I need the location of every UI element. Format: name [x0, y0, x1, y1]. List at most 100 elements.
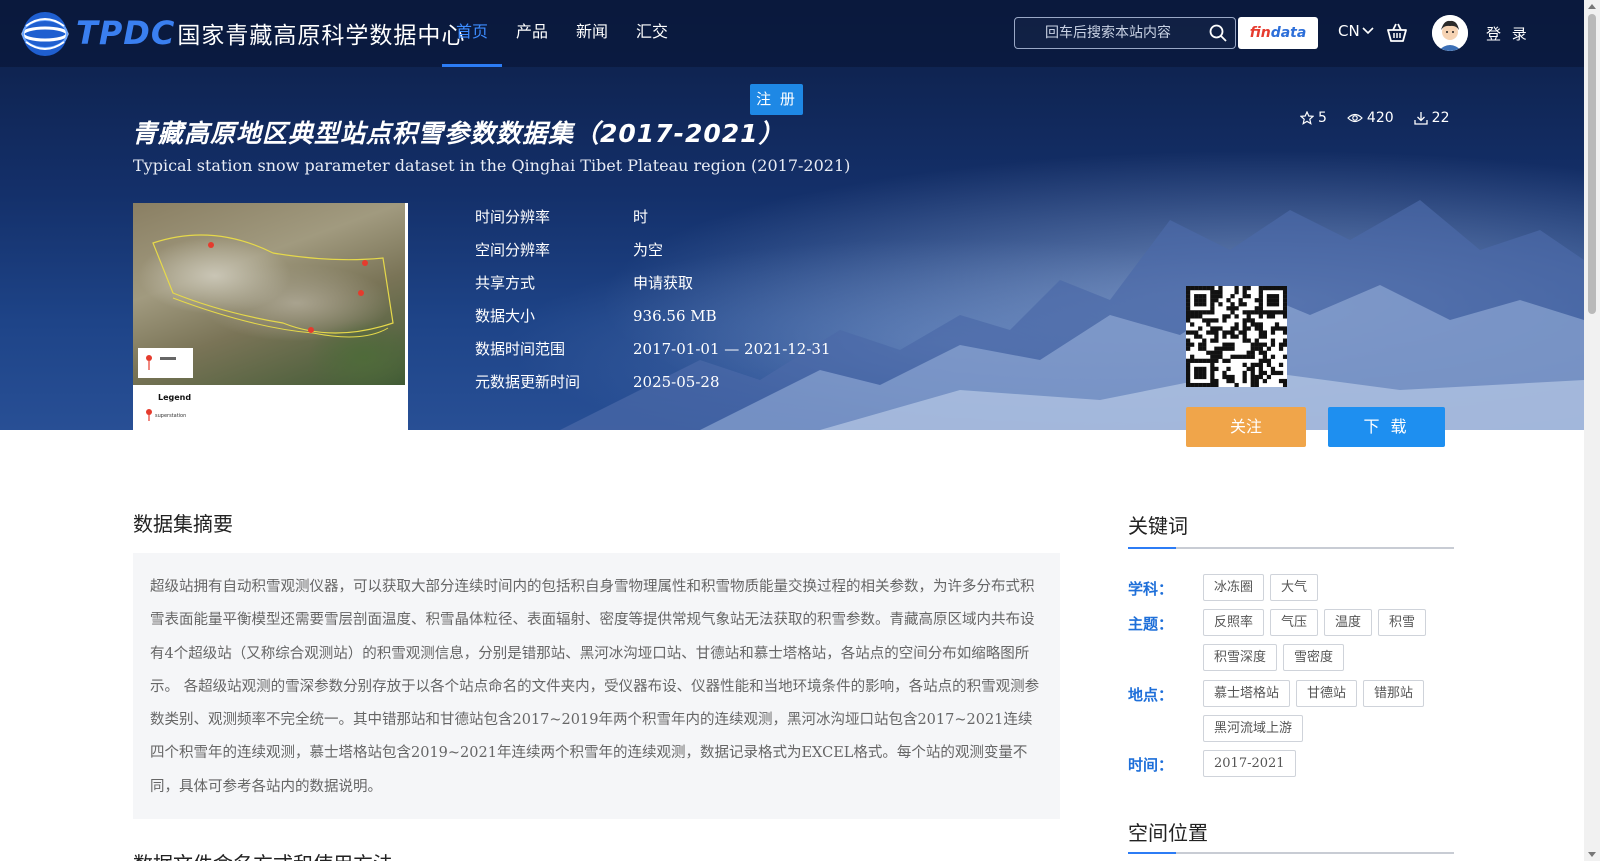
follow-button[interactable]: 关注: [1186, 407, 1306, 447]
login-link[interactable]: 登 录: [1486, 23, 1530, 44]
qr-code-icon: [1186, 286, 1288, 388]
keywords-panel: 关键词 学科： 冰冻圈 大气 主题： 反照率 气压 温度 积雪 积雪深度 雪密度…: [1128, 510, 1454, 777]
keyword-tag[interactable]: 积雪深度: [1203, 644, 1278, 671]
search-box: [1014, 17, 1236, 49]
info-label: 元数据更新时间: [475, 373, 581, 391]
globe-logo-icon: [21, 12, 69, 56]
search-icon[interactable]: [1209, 24, 1227, 42]
download-button[interactable]: 下 载: [1328, 407, 1445, 447]
dataset-title-en: Typical station snow parameter dataset i…: [133, 156, 851, 175]
download-icon: [1414, 112, 1428, 125]
thumbnail-inset-legend: [138, 348, 193, 378]
findata-text-part2: data: [1270, 25, 1307, 41]
info-value: 2025-05-28: [633, 372, 720, 391]
views-count: 420: [1366, 110, 1394, 126]
info-value: 936.56 MB: [633, 306, 717, 325]
info-label: 空间分辨率: [475, 241, 551, 259]
dataset-title-cn: 青藏高原地区典型站点积雪参数数据集（2017-2021）: [132, 119, 785, 148]
legend-marker-icon: [146, 409, 152, 421]
keyword-tag[interactable]: 甘德站: [1296, 680, 1358, 707]
info-label: 共享方式: [475, 274, 536, 292]
thumbnail-map-image: [133, 203, 405, 385]
keyword-group-location: 地点： 慕士塔格站 甘德站 错那站 黑河流域上游: [1128, 680, 1443, 750]
language-label: CN: [1338, 22, 1360, 40]
abstract-box: 超级站拥有自动积雪观测仪器，可以获取大部分连续时间内的包括积自身雪物理属性和积雪…: [133, 553, 1060, 819]
stat-stars: 5: [1300, 110, 1327, 126]
nav-item-home[interactable]: 首页: [442, 0, 503, 67]
main-nav: 首页 产品 新闻 汇交: [442, 0, 682, 67]
info-value: 为空: [633, 241, 664, 259]
keyword-tag[interactable]: 2017-2021: [1203, 750, 1296, 777]
keyword-tag[interactable]: 反照率: [1203, 609, 1265, 636]
chevron-down-icon: [1362, 27, 1374, 35]
top-navbar: TPDC 国家青藏高原科学数据中心 首页 产品 新闻 汇交 findata CN: [0, 0, 1584, 67]
keyword-group-label: 时间：: [1128, 756, 1174, 774]
info-row-data-size: 数据大小 936.56 MB: [475, 299, 831, 332]
info-label: 数据大小: [475, 307, 536, 325]
marker-icon: [146, 355, 176, 370]
nav-item-submit[interactable]: 汇交: [622, 0, 682, 67]
keyword-tag[interactable]: 冰冻圈: [1203, 574, 1265, 601]
space-location-title: 空间位置: [1128, 817, 1454, 854]
thumbnail-legend-title: Legend: [158, 393, 192, 402]
keyword-tag[interactable]: 积雪: [1378, 609, 1427, 636]
keyword-tag[interactable]: 黑河流域上游: [1203, 715, 1304, 742]
logo-tpdc-text: TPDC: [76, 14, 176, 52]
keyword-tag[interactable]: 大气: [1270, 574, 1319, 601]
info-value: 时: [633, 208, 649, 226]
dataset-thumbnail[interactable]: Legend superstation: [133, 203, 408, 430]
keyword-group-label: 主题：: [1128, 615, 1174, 633]
dataset-stats: 5 420 22: [1300, 110, 1469, 126]
abstract-text: 超级站拥有自动积雪观测仪器，可以获取大部分连续时间内的包括积自身雪物理属性和积雪…: [150, 579, 1040, 795]
stat-downloads: 22: [1414, 110, 1450, 126]
findata-text-part1: fin: [1249, 25, 1271, 41]
keyword-tags: 慕士塔格站 甘德站 错那站 黑河流域上游: [1203, 680, 1443, 750]
keyword-tag[interactable]: 雪密度: [1283, 644, 1345, 671]
info-label: 时间分辨率: [475, 208, 551, 226]
info-row-time-range: 数据时间范围 2017-01-01 — 2021-12-31: [475, 332, 831, 365]
register-button[interactable]: 注 册: [750, 84, 803, 115]
info-value: 2017-01-01 — 2021-12-31: [633, 339, 831, 358]
dataset-info-list: 时间分辨率 时 空间分辨率 为空 共享方式 申请获取 数据大小 936.56 M…: [475, 200, 831, 398]
abstract-title: 数据集摘要: [133, 512, 233, 536]
scrollbar-thumb[interactable]: [1588, 14, 1596, 314]
avatar[interactable]: [1432, 15, 1468, 51]
keyword-group-theme: 主题： 反照率 气压 温度 积雪 积雪深度 雪密度: [1128, 609, 1443, 679]
cart-icon[interactable]: [1386, 22, 1408, 44]
nav-item-news[interactable]: 新闻: [562, 0, 622, 67]
stat-views: 420: [1347, 110, 1394, 126]
keyword-group-discipline: 学科： 冰冻圈 大气: [1128, 574, 1443, 609]
keyword-tags: 冰冻圈 大气: [1203, 574, 1443, 609]
findata-button[interactable]: findata: [1238, 17, 1318, 49]
language-switch[interactable]: CN: [1338, 22, 1374, 40]
nav-item-products[interactable]: 产品: [502, 0, 562, 67]
keywords-title: 关键词: [1128, 510, 1454, 549]
keyword-group-label: 学科：: [1128, 580, 1174, 598]
info-value: 申请获取: [633, 274, 694, 292]
site-logo[interactable]: TPDC 国家青藏高原科学数据中心: [16, 4, 465, 62]
keyword-tag[interactable]: 气压: [1270, 609, 1319, 636]
qr-code: [1186, 286, 1288, 388]
keyword-group-time: 时间： 2017-2021: [1128, 750, 1443, 785]
next-section-title: 数据文件命名方式和使用方法: [133, 848, 393, 861]
info-row-space-resolution: 空间分辨率 为空: [475, 233, 831, 266]
keyword-tags: 2017-2021: [1203, 750, 1443, 785]
logo-cn-text: 国家青藏高原科学数据中心: [177, 23, 466, 49]
info-label: 数据时间范围: [475, 340, 566, 358]
downloads-count: 22: [1431, 110, 1450, 126]
thumbnail-legend-item: superstation: [155, 413, 187, 419]
keyword-tag[interactable]: 错那站: [1363, 680, 1425, 707]
keyword-tag[interactable]: 温度: [1324, 609, 1373, 636]
info-row-time-resolution: 时间分辨率 时: [475, 200, 831, 233]
eye-icon: [1347, 113, 1363, 123]
scrollbar[interactable]: [1584, 0, 1600, 861]
keyword-group-label: 地点：: [1128, 686, 1174, 704]
keyword-tag[interactable]: 慕士塔格站: [1203, 680, 1291, 707]
user-avatar-icon: [1432, 15, 1468, 51]
scroll-up-arrow-icon[interactable]: [1588, 4, 1596, 9]
search-input[interactable]: [1015, 18, 1195, 48]
scroll-down-arrow-icon[interactable]: [1588, 852, 1596, 857]
info-row-share-mode: 共享方式 申请获取: [475, 266, 831, 299]
star-icon: [1300, 111, 1314, 125]
info-row-metadata-update: 元数据更新时间 2025-05-28: [475, 365, 831, 398]
